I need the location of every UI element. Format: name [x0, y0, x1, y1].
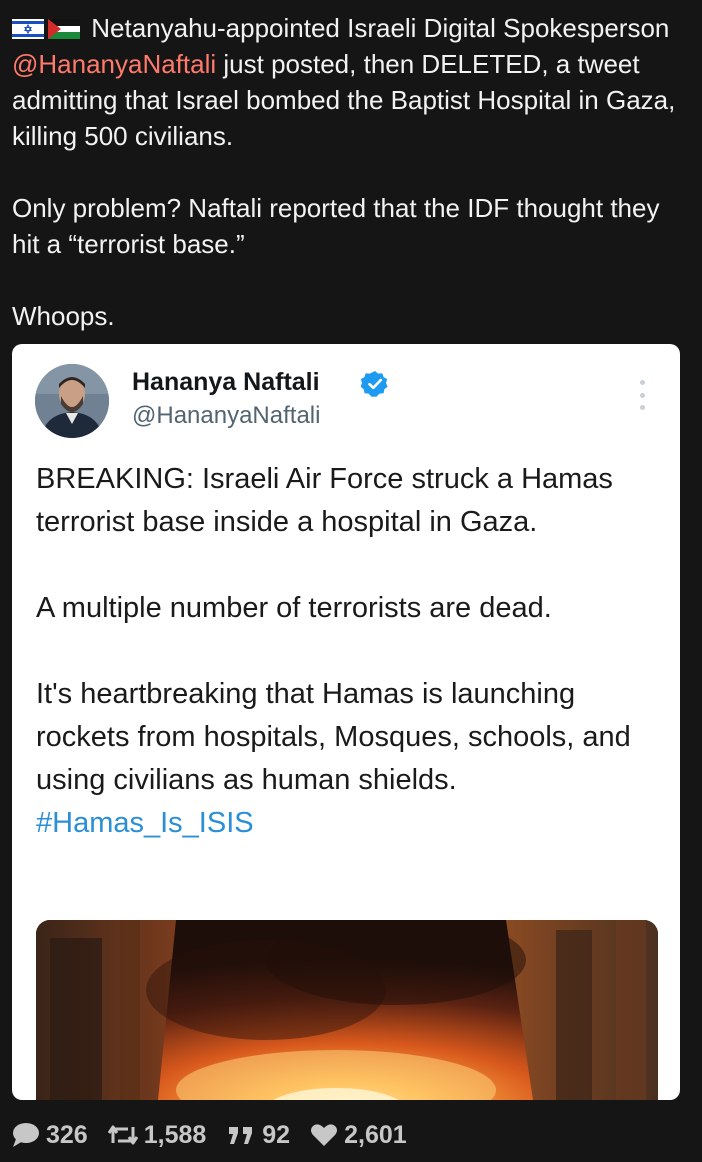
post-paragraph-3: Whoops.	[12, 301, 115, 331]
post-paragraph-2: Only problem? Naftali reported that the …	[12, 193, 660, 259]
mention-link[interactable]: @HananyaNaftali	[12, 49, 216, 79]
embedded-tweet-paragraph-2: A multiple number of terrorists are dead…	[36, 592, 552, 624]
quote-count: 92	[262, 1120, 291, 1149]
reply-count: 326	[46, 1120, 88, 1149]
reply-action[interactable]: 326	[12, 1121, 88, 1150]
verified-badge-icon	[361, 371, 388, 397]
reply-icon	[13, 1123, 39, 1147]
fire-photo-image	[36, 920, 658, 1100]
repost-icon	[107, 1125, 138, 1145]
quote-action[interactable]: 92	[226, 1121, 290, 1150]
palestine-flag-icon	[48, 19, 80, 39]
like-action[interactable]: 2,601	[310, 1121, 407, 1150]
repost-count: 1,588	[143, 1120, 207, 1149]
action-bar: 326 1,588 92 2,601	[12, 1118, 407, 1152]
like-count: 2,601	[344, 1120, 407, 1149]
author-handle[interactable]: @HananyaNaftali	[132, 402, 320, 430]
heart-icon	[311, 1124, 338, 1146]
embedded-tweet-text: BREAKING: Israeli Air Force struck a Ham…	[36, 458, 672, 845]
author-name[interactable]: Hananya Naftali	[132, 368, 320, 397]
hashtag-link[interactable]: #Hamas_Is_ISIS	[36, 807, 254, 839]
embedded-tweet-paragraph-3-text: It's heartbreaking that Hamas is launchi…	[36, 678, 631, 796]
post-text: Netanyahu-appointed Israeli Digital Spok…	[12, 10, 692, 334]
embedded-tweet-image[interactable]: Hananya Naftali @HananyaNaftali BREAKING…	[12, 344, 680, 1100]
more-options-icon[interactable]	[632, 380, 652, 410]
israel-flag-icon	[12, 19, 44, 39]
quote-icon	[229, 1127, 253, 1144]
post: Netanyahu-appointed Israeli Digital Spok…	[0, 0, 702, 1162]
avatar[interactable]	[35, 364, 109, 438]
fire-photo[interactable]	[36, 920, 658, 1100]
post-paragraph-1: Netanyahu-appointed Israeli Digital Spok…	[12, 10, 692, 154]
avatar-photo	[35, 364, 109, 438]
embedded-tweet-paragraph-3: It's heartbreaking that Hamas is launchi…	[36, 673, 672, 845]
embedded-tweet-paragraph-1: BREAKING: Israeli Air Force struck a Ham…	[36, 463, 613, 538]
post-text-intro: Netanyahu-appointed Israeli Digital Spok…	[91, 13, 670, 43]
repost-action[interactable]: 1,588	[107, 1120, 207, 1150]
